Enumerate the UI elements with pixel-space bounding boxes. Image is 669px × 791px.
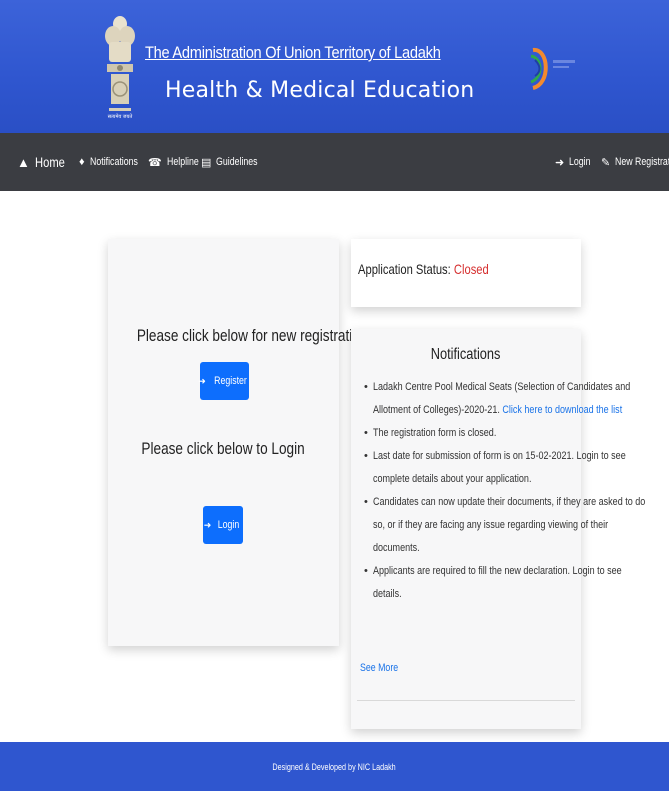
nav-login-label: Login — [569, 156, 591, 168]
register-prompt: Please click below for new registration — [136, 326, 368, 345]
see-more-link[interactable]: See More — [360, 662, 408, 674]
header-title-department: Health & Medical Education — [165, 78, 475, 103]
site-footer: Designed & Developed by NIC Ladakh — [0, 742, 669, 791]
application-status-card: Application Status: Closed — [351, 239, 581, 307]
site-header: सत्यमेव जयते The Administration Of Union… — [0, 0, 669, 133]
notifications-list: Ladakh Centre Pool Medical Seats (Select… — [364, 376, 645, 606]
notifications-title: Notifications — [431, 346, 501, 363]
nav-login[interactable]: ➜ Login — [555, 133, 596, 191]
page: सत्यमेव जयते The Administration Of Union… — [0, 0, 669, 791]
status-badge: Closed — [453, 261, 489, 277]
download-list-link[interactable]: Click here to download the list — [502, 404, 622, 416]
nav-guidelines[interactable]: ▤ Guidelines — [201, 133, 268, 191]
nav-notifications-label: Notifications — [89, 156, 138, 168]
azadi-ka-amrit-mahotsav-logo-icon — [530, 48, 575, 90]
edit-icon: ✎ — [601, 156, 611, 169]
notifications-card: Notifications Ladakh Centre Pool Medical… — [351, 329, 645, 729]
sign-in-icon: ➜ — [198, 375, 206, 386]
main-navbar: ▲ Home ♦ Notifications ☎ Helpline ▤ Guid… — [0, 133, 669, 191]
status-label: Application Status: — [358, 261, 451, 277]
divider — [357, 700, 575, 701]
home-icon: ▲ — [17, 154, 30, 170]
nav-helpline[interactable]: ☎ Helpline — [148, 133, 206, 191]
nav-new-registration[interactable]: ✎ New Registration — [601, 133, 669, 191]
footer-credit: Designed & Developed by NIC Ladakh — [272, 761, 397, 772]
list-item: Ladakh Centre Pool Medical Seats (Select… — [364, 376, 630, 422]
registration-login-card: Please click below for new registration … — [108, 239, 368, 646]
login-button[interactable]: ➜ Login — [203, 506, 243, 544]
nav-home[interactable]: ▲ Home — [17, 133, 72, 191]
header-title-administration[interactable]: The Administration Of Union Territory of… — [145, 43, 441, 63]
list-item: Applicants are required to fill the new … — [364, 560, 622, 606]
nav-guidelines-label: Guidelines — [216, 156, 258, 168]
book-icon: ▤ — [201, 156, 212, 169]
list-item: Last date for submission of form is on 1… — [364, 445, 626, 491]
sign-in-icon: ➜ — [203, 519, 212, 530]
register-button[interactable]: ➜ Register — [198, 362, 249, 400]
svg-text:सत्यमेव जयते: सत्यमेव जयते — [108, 113, 133, 120]
bell-icon: ♦ — [79, 156, 85, 168]
phone-icon: ☎ — [148, 156, 162, 169]
application-status: Application Status: Closed — [358, 261, 521, 277]
nav-home-label: Home — [34, 154, 65, 170]
nav-notifications[interactable]: ♦ Notifications — [79, 133, 150, 191]
nav-helpline-label: Helpline — [166, 156, 199, 168]
sign-in-icon: ➜ — [555, 156, 565, 169]
list-item: Candidates can now update their document… — [364, 491, 645, 560]
national-emblem-icon: सत्यमेव जयते — [105, 16, 135, 120]
login-prompt: Please click below to Login — [141, 439, 306, 458]
nav-new-registration-label: New Registration — [615, 156, 669, 168]
list-item: The registration form is closed. — [364, 422, 582, 445]
